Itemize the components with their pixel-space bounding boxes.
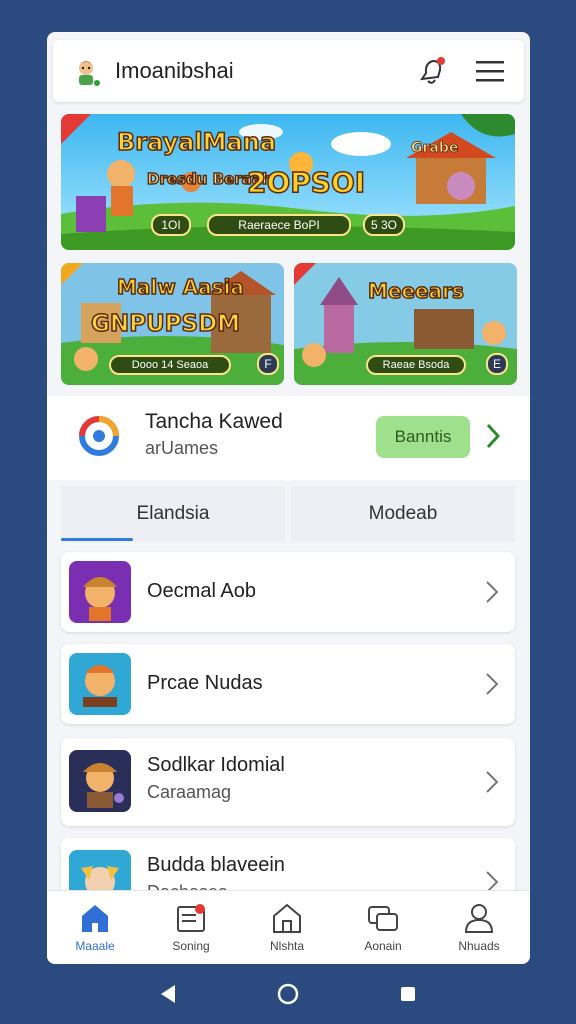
nav-nlshta[interactable]: Nlshta bbox=[239, 891, 335, 964]
game-card-2[interactable]: Meeears Raeae Bsoda E bbox=[294, 263, 517, 385]
bell-icon[interactable] bbox=[416, 55, 448, 87]
hamburger-menu-icon[interactable] bbox=[476, 59, 504, 83]
nav-home[interactable]: Maaale bbox=[47, 891, 143, 964]
character-logo-icon bbox=[78, 61, 100, 86]
top-app-bar: Imoanibshai bbox=[53, 40, 524, 102]
card-2-pill: Raeae Bsoda bbox=[366, 355, 466, 375]
card-1-badge: F bbox=[257, 353, 279, 375]
game-card-1[interactable]: Malw Aasia GNPUPSDM Dooo 14 Seaoa F bbox=[61, 263, 284, 385]
nav-label: Aonain bbox=[364, 939, 402, 953]
list-item-2[interactable]: Prcae Nudas bbox=[61, 644, 515, 724]
nav-soning[interactable]: Soning bbox=[143, 891, 239, 964]
banner-pill-left: 1OI bbox=[151, 214, 191, 236]
featured-game-banner[interactable]: BrayalMana Dresdu Beraah 2OPSOI Grabe 1O… bbox=[61, 114, 515, 250]
chevron-right-icon bbox=[486, 673, 499, 695]
account-name: Tancha Kawed bbox=[145, 410, 283, 433]
nav-aonain[interactable]: Aonain bbox=[335, 891, 431, 964]
card-1-pill: Dooo 14 Seaoa bbox=[109, 355, 231, 375]
banner-sign: Grabe bbox=[411, 140, 459, 157]
chevron-right-icon bbox=[486, 581, 499, 603]
recent-apps-icon[interactable] bbox=[400, 986, 416, 1002]
card-2-badge: E bbox=[486, 353, 508, 375]
tab-elandsia[interactable]: Elandsia bbox=[61, 486, 285, 542]
list-item-title: Budda blaveein bbox=[147, 854, 285, 876]
list-item-1[interactable]: Oecmal Aob bbox=[61, 552, 515, 632]
banner-pill-right: 5 3O bbox=[363, 214, 405, 236]
play-store-icon bbox=[79, 416, 119, 456]
game-icon bbox=[69, 561, 131, 623]
account-row[interactable]: Tancha Kawed arUames Banntis bbox=[47, 396, 530, 480]
chat-icon bbox=[368, 906, 398, 931]
banner-big-text: 2OPSOI bbox=[246, 165, 366, 200]
list-item-title: Oecmal Aob bbox=[147, 580, 256, 602]
list-item-subtitle: Caraamag bbox=[147, 782, 232, 802]
active-tab-indicator bbox=[61, 538, 133, 541]
nav-nhuads[interactable]: Nhuads bbox=[431, 891, 527, 964]
notes-icon bbox=[177, 904, 205, 932]
nav-label: Nlshta bbox=[269, 939, 304, 953]
chevron-right-icon bbox=[486, 771, 499, 793]
card-1-title: Malw Aasia bbox=[116, 274, 244, 300]
house-outline-icon bbox=[273, 903, 301, 933]
bottom-navigation: Maaale Soning Nlshta Aonain Nhuads bbox=[47, 890, 530, 964]
list-item-title: Prcae Nudas bbox=[147, 672, 263, 694]
game-icon bbox=[69, 750, 131, 812]
chevron-right-icon[interactable] bbox=[485, 422, 501, 450]
tab-bar: Elandsia Modeab bbox=[61, 486, 515, 542]
nav-label: Nhuads bbox=[458, 939, 500, 953]
card-1-big-text: GNPUPSDM bbox=[90, 310, 241, 338]
tab-modeab[interactable]: Modeab bbox=[291, 486, 515, 542]
app-screen: Imoanibshai BrayalMana Dresdu Beraah 2OP… bbox=[47, 32, 530, 964]
banner-pill-mid: Raeraece BoPI bbox=[207, 214, 351, 236]
list-item-3[interactable]: Sodlkar Idomial Caraamag bbox=[61, 738, 515, 826]
app-title: Imoanibshai bbox=[115, 58, 234, 83]
user-icon bbox=[464, 904, 494, 933]
card-2-title: Meeears bbox=[367, 278, 464, 304]
game-icon bbox=[69, 653, 131, 715]
back-icon[interactable] bbox=[159, 984, 177, 1004]
home-icon bbox=[82, 905, 108, 932]
home-circle-icon[interactable] bbox=[277, 983, 299, 1005]
account-action-button[interactable]: Banntis bbox=[376, 416, 470, 458]
nav-label: Soning bbox=[172, 939, 210, 953]
list-item-title: Sodlkar Idomial bbox=[147, 754, 285, 776]
nav-label: Maaale bbox=[75, 939, 115, 953]
banner-title: BrayalMana bbox=[116, 127, 277, 157]
account-subtitle: arUames bbox=[145, 438, 219, 458]
